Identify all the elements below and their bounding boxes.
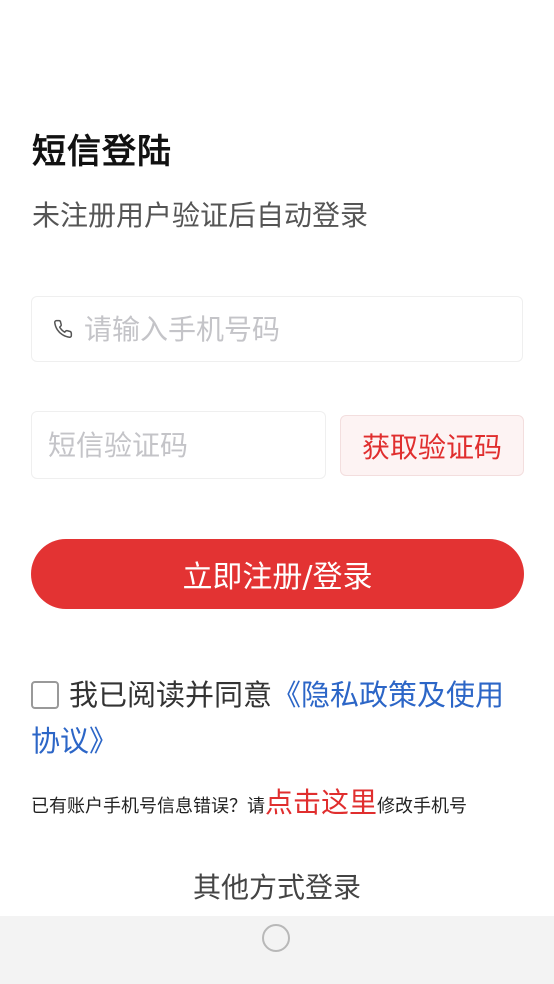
agreement-checkbox[interactable] xyxy=(31,681,59,709)
agreement-row: 我已阅读并同意《隐私政策及使用协议》 xyxy=(31,672,521,764)
other-login-methods[interactable]: 其他方式登录 xyxy=(0,866,554,910)
phone-field[interactable] xyxy=(31,296,523,362)
fix-phone-suffix: 修改手机号 xyxy=(377,796,468,817)
click-here-link[interactable]: 点击这里 xyxy=(265,786,377,819)
phone-input[interactable] xyxy=(84,307,522,351)
register-login-button[interactable]: 立即注册/登录 xyxy=(31,539,524,609)
fix-phone-row: 已有账户手机号信息错误？请点击这里修改手机号 xyxy=(31,783,531,827)
login-page: 短信登陆 未注册用户验证后自动登录 获取验证码 立即注册/登录 我已阅读并同意《… xyxy=(0,0,554,984)
agreement-text: 我已阅读并同意 xyxy=(69,678,273,712)
phone-icon xyxy=(52,318,74,340)
home-button[interactable] xyxy=(262,924,290,952)
page-title: 短信登陆 xyxy=(32,132,172,172)
page-subtitle: 未注册用户验证后自动登录 xyxy=(32,199,369,232)
get-code-button[interactable]: 获取验证码 xyxy=(340,415,524,476)
code-field[interactable] xyxy=(31,411,397,479)
fix-phone-prefix: 已有账户手机号信息错误？请 xyxy=(31,796,265,817)
